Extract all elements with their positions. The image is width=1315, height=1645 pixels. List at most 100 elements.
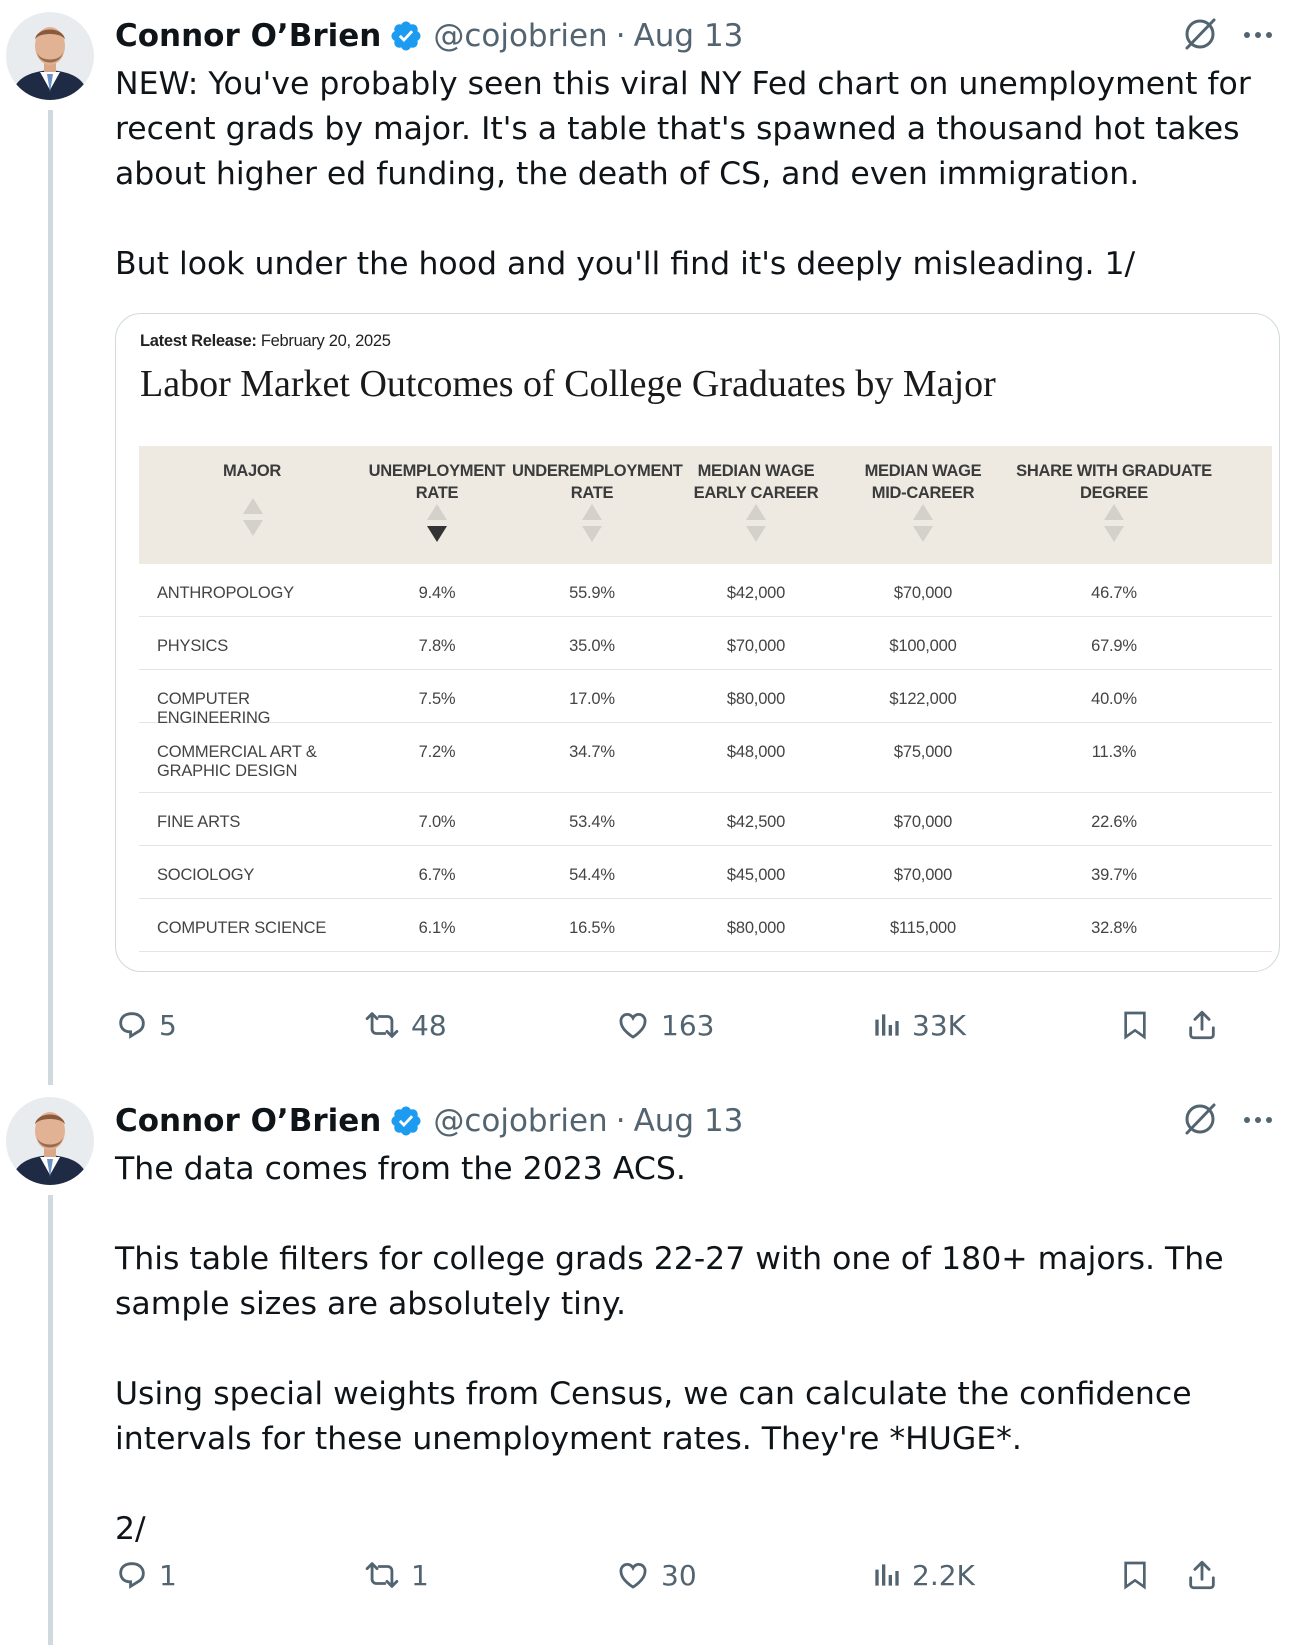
outcomes-table: MAJOR UNEMPLOYMENT RATE UNDEREMPLOYMENT … — [139, 446, 1272, 952]
column-header-graduate-degree[interactable]: SHARE WITH GRADUATE DEGREE — [1014, 460, 1214, 504]
views-icon — [875, 1564, 899, 1586]
table-row: ANTHROPOLOGY 9.4% 55.9% $42,000 $70,000 46.7% — [139, 564, 1272, 617]
cell-graduate-degree: 40.0% — [1091, 690, 1137, 708]
views-icon — [875, 1014, 899, 1036]
like-icon — [619, 1013, 647, 1039]
grok-icon[interactable] — [1180, 1099, 1220, 1139]
tweet-paragraph: 2/ — [115, 1511, 146, 1547]
repost-icon — [365, 1562, 399, 1588]
author-handle[interactable]: @cojobrien — [433, 18, 607, 54]
cell-wage-mid: $115,000 — [890, 919, 956, 937]
grok-icon[interactable] — [1180, 14, 1220, 54]
view-count: 2.2K — [912, 1558, 975, 1592]
cell-wage-mid: $122,000 — [889, 690, 957, 708]
column-header-unemployment[interactable]: UNEMPLOYMENT RATE — [367, 460, 507, 504]
sort-icon[interactable] — [1104, 504, 1124, 546]
tweet-2[interactable]: Connor O’Brien @cojobrien · Aug 13 The d… — [0, 1085, 1315, 1645]
action-bar: 1 1 30 2.2K — [115, 1550, 1295, 1600]
cell-wage-early: $70,000 — [726, 637, 786, 655]
avatar[interactable] — [6, 12, 94, 100]
repost-button[interactable]: 1 — [363, 1550, 429, 1600]
sort-icon[interactable] — [746, 504, 766, 546]
table-row: SOCIOLOGY 6.7% 54.4% $45,000 $70,000 39.7% — [139, 846, 1272, 899]
cell-unemployment: 7.8% — [418, 637, 456, 655]
repost-count: 1 — [411, 1558, 429, 1592]
table-row: COMMERCIAL ART & GRAPHIC DESIGN 7.2% 34.7% $… — [139, 723, 1272, 793]
like-button[interactable]: 30 — [615, 1550, 697, 1600]
view-count: 33K — [912, 1008, 966, 1042]
more-options-icon[interactable] — [1238, 1105, 1278, 1135]
views-button[interactable]: 2.2K — [870, 1550, 975, 1600]
release-date: February 20, 2025 — [260, 332, 391, 350]
cell-unemployment: 9.4% — [418, 584, 456, 602]
views-button[interactable]: 33K — [870, 1000, 966, 1050]
release-label: Latest Release: — [140, 332, 257, 350]
avatar[interactable] — [6, 1097, 94, 1185]
table-row: PHYSICS 7.8% 35.0% $70,000 $100,000 67.9% — [139, 617, 1272, 670]
bookmark-button[interactable] — [1119, 1550, 1151, 1600]
reply-button[interactable]: 5 — [115, 1000, 177, 1050]
thread-connector-line — [48, 1195, 53, 1645]
cell-underemployment: 35.0% — [569, 637, 615, 655]
tweet-paragraph: This table filters for college grads 22-… — [115, 1241, 1234, 1322]
column-header-underemployment[interactable]: UNDEREMPLOYMENT RATE — [512, 460, 683, 504]
cell-major: FINE ARTS — [157, 813, 241, 831]
like-button[interactable]: 163 — [615, 1000, 714, 1050]
sort-icon[interactable] — [243, 498, 263, 540]
cell-major: COMMERCIAL ART & GRAPHIC DESIGN — [157, 743, 357, 781]
sort-descending-icon[interactable] — [427, 504, 447, 546]
share-button[interactable] — [1185, 1550, 1219, 1600]
tweet-paragraph: NEW: You've probably seen this viral NY … — [115, 66, 1261, 192]
tweet-paragraph: The data comes from the 2023 ACS. — [115, 1151, 686, 1187]
column-header-wage-early[interactable]: MEDIAN WAGE EARLY CAREER — [686, 460, 826, 504]
tweet-paragraph: But look under the hood and you'll find … — [115, 246, 1136, 282]
tweet-1[interactable]: Connor O’Brien @cojobrien · Aug 13 NEW: … — [0, 0, 1315, 1085]
thread-connector-line — [48, 110, 53, 1085]
cell-major: PHYSICS — [157, 637, 229, 655]
sort-icon[interactable] — [582, 504, 602, 546]
bookmark-button[interactable] — [1119, 1000, 1151, 1050]
reply-icon — [119, 1562, 145, 1589]
like-count: 163 — [661, 1008, 715, 1042]
cell-major: ANTHROPOLOGY — [157, 584, 294, 602]
cell-underemployment: 54.4% — [569, 866, 615, 884]
tweet-text: NEW: You've probably seen this viral NY … — [115, 62, 1285, 287]
cell-wage-mid: $75,000 — [893, 743, 953, 761]
repost-button[interactable]: 48 — [363, 1000, 447, 1050]
author-handle[interactable]: @cojobrien — [433, 1103, 607, 1139]
column-header-major[interactable]: MAJOR — [192, 460, 312, 482]
tweet-header: Connor O’Brien @cojobrien · Aug 13 — [115, 14, 743, 58]
author-name[interactable]: Connor O’Brien — [115, 1103, 381, 1139]
cell-underemployment: 53.4% — [569, 813, 615, 831]
cell-unemployment: 7.5% — [418, 690, 456, 708]
tweet-text: The data comes from the 2023 ACS. This t… — [115, 1147, 1285, 1552]
tweet-header: Connor O’Brien @cojobrien · Aug 13 — [115, 1099, 743, 1143]
column-header-wage-mid[interactable]: MEDIAN WAGE MID-CAREER — [853, 460, 993, 504]
tweet-date[interactable]: Aug 13 — [634, 1103, 744, 1139]
table-body: ANTHROPOLOGY 9.4% 55.9% $42,000 $70,000 46.7%… — [139, 564, 1272, 952]
share-button[interactable] — [1185, 1000, 1219, 1050]
reply-button[interactable]: 1 — [115, 1550, 177, 1600]
cell-major-line: COMMERCIAL ART & — [157, 743, 317, 761]
verified-badge-icon — [389, 1104, 423, 1138]
table-header: MAJOR UNEMPLOYMENT RATE UNDEREMPLOYMENT … — [139, 446, 1272, 564]
cell-wage-mid: $70,000 — [893, 813, 953, 831]
separator-dot: · — [615, 1103, 626, 1139]
cell-graduate-degree: 39.7% — [1091, 866, 1137, 884]
like-icon — [619, 1563, 647, 1589]
tweet-paragraph: Using special weights from Census, we ca… — [115, 1376, 1202, 1457]
cell-major: SOCIOLOGY — [157, 866, 255, 884]
share-icon — [1189, 1560, 1215, 1590]
tweet-date[interactable]: Aug 13 — [634, 18, 744, 54]
author-name[interactable]: Connor O’Brien — [115, 18, 381, 54]
cell-graduate-degree: 11.3% — [1091, 743, 1137, 761]
media-card[interactable]: Latest Release: February 20, 2025 Labor … — [115, 313, 1280, 972]
share-icon — [1189, 1010, 1215, 1040]
sort-icon[interactable] — [913, 504, 933, 546]
reply-icon — [119, 1012, 145, 1039]
cell-unemployment: 6.1% — [418, 919, 456, 937]
more-options-icon[interactable] — [1238, 20, 1278, 50]
table-row: COMPUTER ENGINEERING 7.5% 17.0% $80,000 $122… — [139, 670, 1272, 727]
cell-wage-early: $42,000 — [726, 584, 786, 602]
bookmark-icon — [1124, 1011, 1146, 1040]
